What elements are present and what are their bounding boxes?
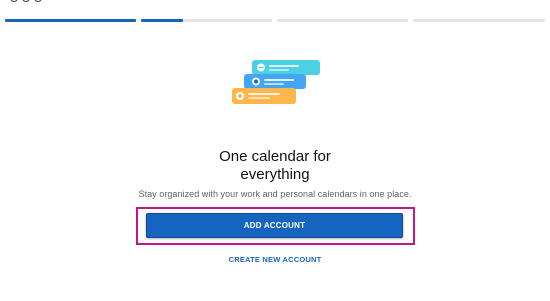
- progress-step-2: [141, 19, 272, 22]
- top-edge-fragment: [10, 0, 46, 3]
- calendar-cards-icon: [228, 58, 324, 108]
- progress-step-1: [5, 19, 136, 22]
- page-subtitle: Stay organized with your work and person…: [138, 189, 412, 199]
- add-account-button[interactable]: ADD ACCOUNT: [146, 213, 403, 238]
- page-title: One calendar for everything: [175, 148, 375, 184]
- progress-step-3: [277, 19, 408, 22]
- onboarding-progress: [5, 19, 545, 22]
- title-line-1: One calendar for: [219, 148, 331, 165]
- progress-step-4: [413, 19, 545, 22]
- title-line-2: everything: [240, 166, 310, 183]
- create-new-account-link[interactable]: CREATE NEW ACCOUNT: [0, 255, 550, 264]
